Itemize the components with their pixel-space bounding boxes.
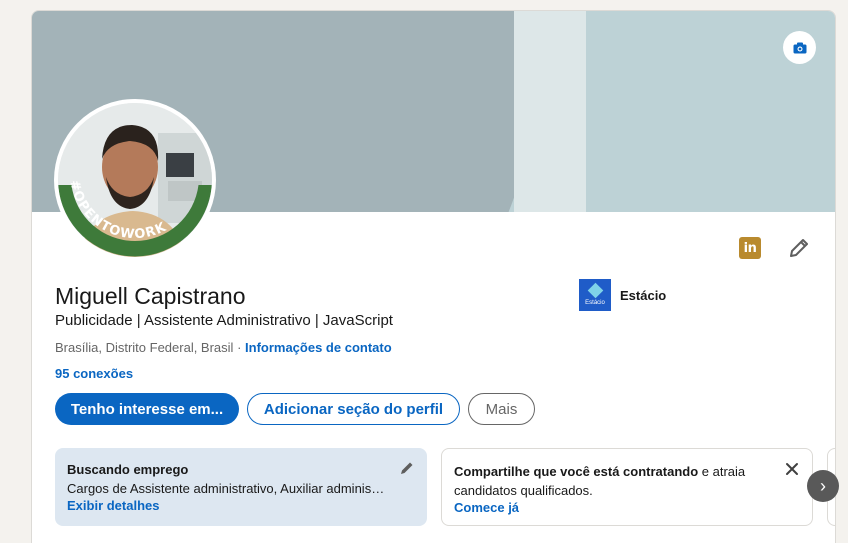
linkedin-icon[interactable]: in — [739, 237, 761, 259]
profile-card: #OPENTOWORK in Miguell Capistrano Public… — [31, 10, 836, 543]
close-icon[interactable] — [784, 461, 800, 477]
connections-link[interactable]: 95 conexões — [55, 366, 133, 381]
contact-info-link[interactable]: Informações de contato — [245, 340, 392, 355]
open-to-button[interactable]: Tenho interesse em... — [55, 393, 239, 425]
pencil-icon[interactable] — [399, 460, 415, 476]
logo-text: Estácio — [585, 299, 605, 306]
show-details-link[interactable]: Exibir detalhes — [67, 498, 415, 513]
job-card-title: Buscando emprego — [67, 462, 189, 477]
hiring-card: Compartilhe que você está contratando e … — [441, 448, 813, 526]
get-started-link[interactable]: Comece já — [454, 500, 800, 515]
banner-band-shape — [514, 11, 586, 212]
more-button[interactable]: Mais — [468, 393, 535, 425]
add-profile-section-button[interactable]: Adicionar seção do perfil — [247, 393, 460, 425]
profile-headline: Publicidade | Assistente Administrativo … — [55, 312, 393, 329]
hiring-card-text: Compartilhe que você está contratando e … — [454, 462, 774, 500]
hiring-card-bold: Compartilhe que você está contratando — [454, 464, 699, 479]
edit-banner-button[interactable] — [783, 31, 816, 64]
profile-location: Brasília, Distrito Federal, Brasil — [55, 340, 234, 355]
estacio-logo: Estácio — [579, 279, 611, 311]
logo-diamond — [587, 282, 603, 298]
education-name: Estácio — [620, 287, 667, 303]
avatar-image: #OPENTOWORK — [58, 103, 212, 257]
chevron-right-icon: › — [820, 475, 826, 496]
camera-icon — [793, 42, 806, 53]
job-card-description: Cargos de Assistente administrativo, Aux… — [67, 481, 387, 496]
open-to-work-card: Buscando emprego Cargos de Assistente ad… — [55, 448, 427, 526]
profile-photo[interactable]: #OPENTOWORK — [54, 99, 216, 261]
location-row: Brasília, Distrito Federal, Brasil · Inf… — [55, 340, 392, 355]
pencil-icon[interactable] — [787, 236, 811, 260]
avatar: #OPENTOWORK — [58, 103, 212, 257]
separator-dot: · — [233, 340, 246, 355]
profile-name: Miguell Capistrano — [55, 283, 246, 309]
education-entry[interactable]: Estácio Estácio — [579, 279, 666, 311]
carousel-next-button[interactable]: › — [807, 470, 839, 502]
